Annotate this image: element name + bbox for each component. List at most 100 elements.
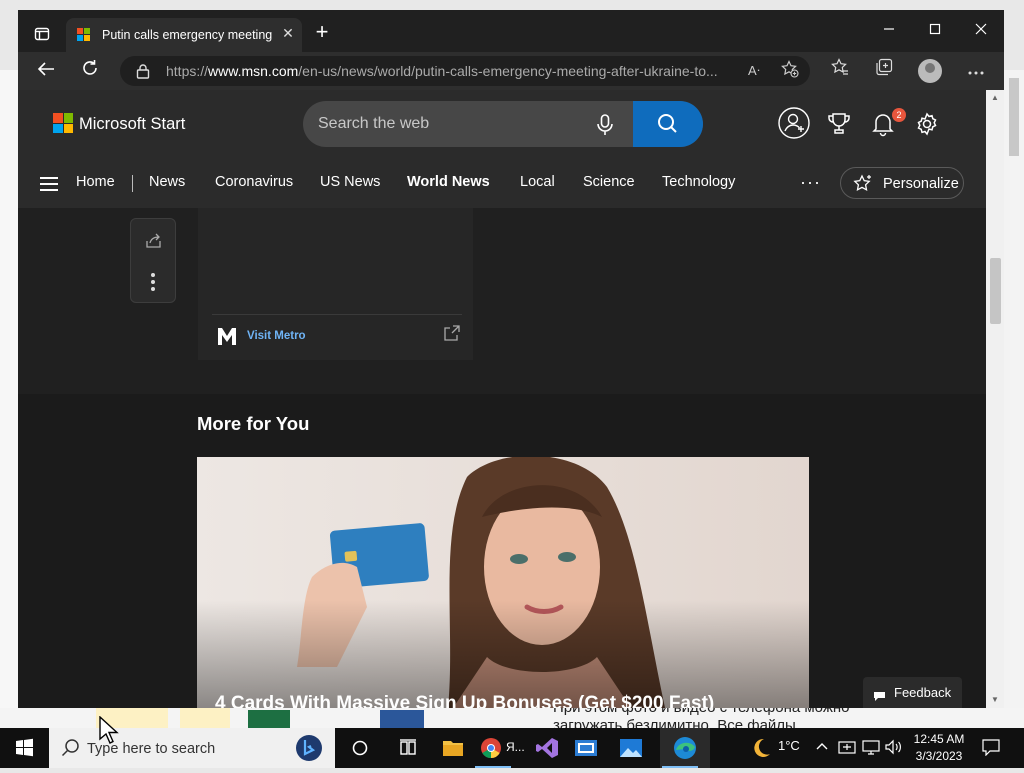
nav-item-science[interactable]: Science (583, 174, 635, 190)
show-hidden-icons-chevron-icon[interactable] (815, 739, 829, 756)
window-close-button[interactable] (958, 18, 1004, 44)
feedback-label: Feedback (894, 685, 952, 700)
share-icon[interactable] (145, 233, 163, 249)
scroll-down-arrow-icon[interactable]: ▼ (986, 692, 1004, 708)
excel-file-icon (248, 710, 290, 728)
bing-icon (296, 735, 322, 761)
settings-gear-icon[interactable] (912, 109, 946, 143)
microphone-icon[interactable] (595, 114, 615, 136)
account-icon[interactable] (777, 106, 811, 140)
maximize-button[interactable] (912, 18, 958, 44)
windows-taskbar: Я... 1°C 12:45 AM 3/3/2023 (0, 728, 1024, 768)
background-thumbnail (180, 708, 230, 728)
file-explorer-icon[interactable] (433, 728, 473, 768)
task-view-icon[interactable] (388, 728, 428, 768)
search-button[interactable] (633, 101, 703, 147)
lock-icon[interactable] (136, 63, 150, 79)
edge-app-button[interactable] (660, 728, 710, 768)
external-link-icon[interactable] (444, 325, 460, 341)
visit-metro-link[interactable]: Visit Metro (247, 330, 306, 342)
promo-title[interactable]: 4 Cards With Massive Sign Up Bonuses (Ge… (215, 693, 714, 708)
back-button[interactable] (31, 58, 61, 84)
background-window-bottom: При этом фото и видео с телефона можно з… (0, 708, 1024, 728)
mouse-cursor-icon (99, 715, 119, 746)
action-center-notification-icon[interactable] (982, 738, 1000, 759)
web-page: Microsoft Start 2 (18, 90, 986, 708)
refresh-button[interactable] (75, 58, 105, 84)
tab-actions-icon[interactable] (28, 24, 56, 46)
brand-name[interactable]: Microsoft Start (79, 115, 185, 134)
read-aloud-icon[interactable]: Aᐧ (742, 60, 766, 82)
nav-item-technology[interactable]: Technology (662, 174, 735, 190)
background-window-right (1004, 70, 1024, 710)
photos-icon[interactable] (611, 728, 651, 768)
favorites-icon[interactable] (826, 58, 854, 84)
profile-avatar[interactable] (918, 59, 942, 83)
nav-divider (132, 175, 133, 192)
personalize-label: Personalize (883, 176, 959, 192)
url-text[interactable]: https://www.msn.com/en-us/news/world/put… (166, 63, 736, 79)
card-divider (212, 314, 462, 315)
start-button[interactable] (0, 728, 48, 768)
nav-more-button[interactable]: ··· (800, 172, 821, 193)
nav-item-home[interactable]: Home (76, 174, 115, 190)
page-scrollbar[interactable]: ▲ ▼ (986, 90, 1004, 708)
new-tab-button[interactable]: + (311, 21, 333, 44)
weather-moon-icon[interactable] (740, 728, 780, 768)
nav-item-coronavirus[interactable]: Coronavirus (215, 174, 293, 190)
browser-window: Putin calls emergency meeting after Ukra… (18, 10, 1004, 708)
windows-logo-icon (16, 738, 33, 757)
collections-icon[interactable] (870, 58, 898, 84)
nav-item-world-news[interactable]: World News (407, 174, 490, 190)
article-area: Visit Metro (18, 208, 986, 394)
search-icon (658, 114, 677, 133)
sparkle-star-icon (853, 174, 873, 194)
taskbar-search-box[interactable] (49, 728, 335, 768)
personalize-button[interactable]: Personalize (840, 167, 964, 199)
cortana-icon[interactable] (340, 728, 380, 768)
chrome-app-button[interactable]: Я... (473, 728, 531, 768)
clock-time: 12:45 AM (913, 732, 965, 746)
minimize-button[interactable] (866, 18, 912, 44)
nav-item-local[interactable]: Local (520, 174, 555, 190)
background-window-left (0, 70, 18, 710)
volume-speaker-icon[interactable] (884, 739, 902, 758)
menu-hamburger-icon[interactable] (40, 177, 58, 191)
msn-favicon (77, 28, 91, 42)
feedback-icon (874, 688, 885, 701)
search-input[interactable] (318, 112, 568, 136)
msn-header: Microsoft Start 2 (18, 90, 986, 208)
taskbar-search-icon (61, 739, 79, 757)
scroll-up-arrow-icon[interactable]: ▲ (986, 90, 1004, 106)
network-icon[interactable] (862, 739, 880, 758)
tab-title: Putin calls emergency meeting after Ukra… (102, 28, 276, 42)
more-options-icon[interactable] (151, 273, 155, 291)
promo-card[interactable]: 4 Cards With Massive Sign Up Bonuses (Ge… (197, 457, 809, 708)
clock-date: 3/3/2023 (915, 749, 963, 763)
word-file-icon (380, 710, 424, 728)
address-bar[interactable]: https://www.msn.com/en-us/news/world/put… (120, 56, 810, 86)
tray-app-icon[interactable] (838, 739, 856, 758)
feedback-button[interactable]: Feedback (863, 677, 962, 708)
chrome-app-label: Я... (506, 740, 525, 754)
background-scrollbar (1009, 78, 1019, 156)
scrollbar-thumb[interactable] (990, 258, 1001, 324)
rewards-trophy-icon[interactable] (824, 109, 858, 143)
weather-temperature[interactable]: 1°C (778, 738, 800, 753)
tab-active[interactable]: Putin calls emergency meeting after Ukra… (66, 18, 302, 52)
share-toolbar (130, 218, 176, 303)
search-box[interactable] (303, 101, 703, 147)
settings-menu-icon[interactable] (962, 58, 990, 84)
system-clock[interactable]: 12:45 AM 3/3/2023 (904, 731, 974, 765)
microsoft-logo-icon[interactable] (53, 113, 73, 133)
nav-item-news[interactable]: News (149, 174, 185, 190)
address-toolbar: https://www.msn.com/en-us/news/world/put… (18, 52, 1004, 90)
tab-close-icon[interactable]: ✕ (280, 25, 296, 43)
visual-studio-icon[interactable] (527, 728, 567, 768)
category-nav: Home News Coronavirus US News World News… (18, 162, 986, 208)
add-favorite-icon[interactable] (778, 60, 802, 82)
notification-count-badge: 2 (892, 108, 906, 122)
metro-logo-icon[interactable] (217, 326, 237, 346)
remote-desktop-icon[interactable] (567, 728, 607, 768)
nav-item-us-news[interactable]: US News (320, 174, 380, 190)
